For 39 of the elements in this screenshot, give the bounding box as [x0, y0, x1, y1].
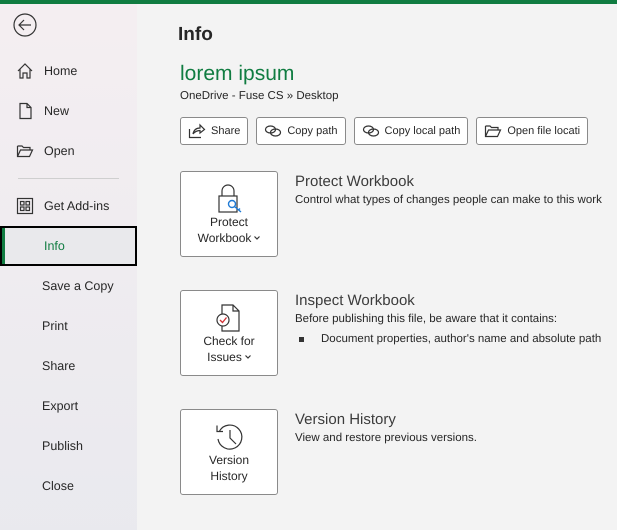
bullet-text: Document properties, author's name and absolute path: [321, 332, 602, 348]
section-title: Inspect Workbook: [295, 291, 416, 312]
action-button[interactable]: Copy local path: [354, 117, 468, 146]
section-description: Control what types of changes people can make to this work: [295, 193, 602, 208]
file-name: lorem ipsum: [180, 61, 296, 87]
back-button[interactable]: [13, 13, 37, 37]
section-button[interactable]: Version History: [180, 409, 278, 496]
home-icon: [16, 62, 34, 80]
section-title: Version History: [295, 410, 397, 430]
sidebar-item[interactable]: Share: [0, 346, 137, 386]
chevron-down-icon: [244, 355, 251, 360]
sidebar-item[interactable]: Info: [0, 226, 137, 266]
link-icon: [362, 124, 380, 138]
sidebar-item[interactable]: Print: [0, 306, 137, 346]
section-button[interactable]: Check for Issues: [180, 290, 278, 376]
sidebar-item[interactable]: Export: [0, 386, 137, 426]
bullet-icon: [299, 336, 304, 342]
file-location: OneDrive - Fuse CS » Desktop: [180, 89, 340, 104]
sidebar-item[interactable]: Open: [0, 131, 137, 171]
section-description: View and restore previous versions.: [295, 431, 477, 446]
page-title: Info: [178, 23, 214, 47]
sidebar-item[interactable]: Publish: [0, 426, 137, 466]
sidebar-item[interactable]: Close: [0, 466, 137, 506]
action-button[interactable]: Copy path: [256, 117, 346, 146]
action-button[interactable]: Share: [180, 117, 248, 146]
share-icon: [188, 123, 206, 140]
clock-history-icon: [214, 422, 244, 452]
action-button[interactable]: Open file locati: [476, 117, 588, 146]
sidebar-item[interactable]: Home: [0, 51, 137, 91]
sidebar-item[interactable]: Save a Copy: [0, 266, 137, 306]
folder-icon: [484, 123, 502, 140]
chevron-down-icon: [254, 236, 260, 240]
sidebar-item[interactable]: New: [0, 91, 137, 131]
link-icon: [264, 124, 282, 138]
grid-icon: [16, 197, 34, 215]
section-title: Protect Workbook: [295, 172, 415, 192]
section-button[interactable]: Protect Workbook: [180, 171, 278, 258]
sidebar-item[interactable]: Get Add-ins: [0, 186, 137, 226]
section-description: Before publishing this file, be aware that it contains:: [295, 312, 558, 328]
